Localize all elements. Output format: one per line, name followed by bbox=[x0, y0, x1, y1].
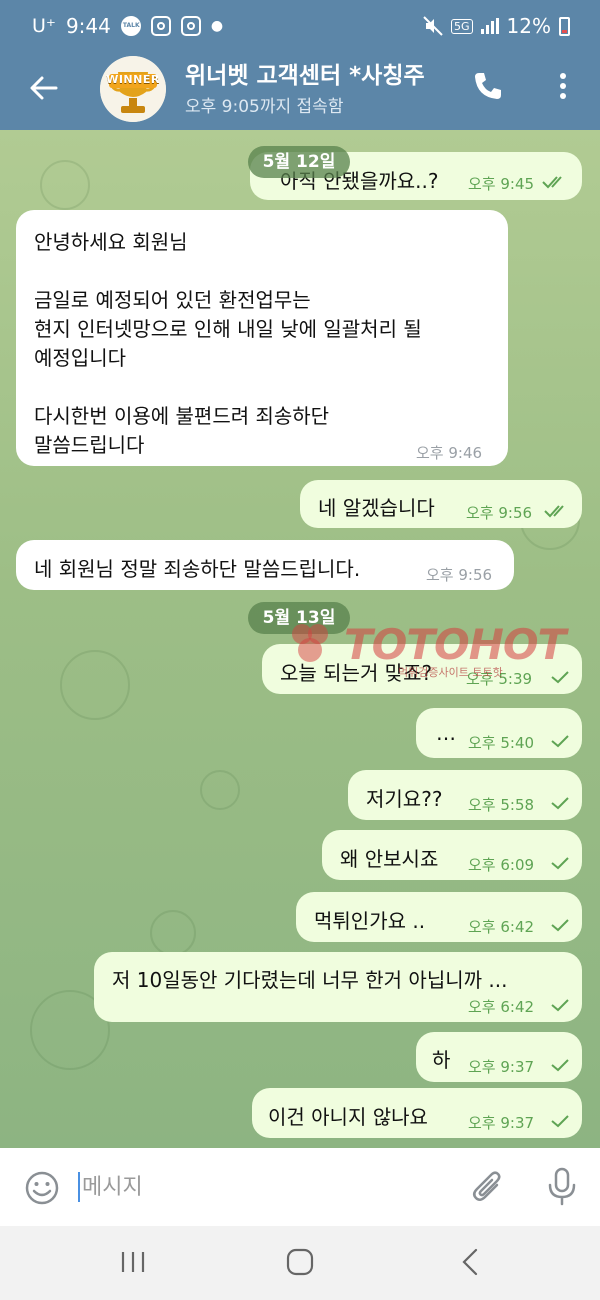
wallpaper-doodle bbox=[60, 650, 130, 720]
outgoing-message[interactable]: 하 오후 9:37 bbox=[416, 1032, 582, 1082]
watermark: TOTOHOT 먹튀검증사이트 토토핫 bbox=[278, 620, 598, 679]
notification-dot-icon: ● bbox=[210, 18, 224, 34]
message-time: 오후 6:42 bbox=[468, 918, 535, 936]
instagram-icon bbox=[150, 16, 171, 36]
composer-bar bbox=[0, 1148, 600, 1226]
recent-apps-icon[interactable] bbox=[113, 1244, 153, 1280]
chat-title[interactable]: 위너벳 고객센터 *사칭주 bbox=[185, 56, 463, 90]
paperclip-icon[interactable] bbox=[470, 1168, 506, 1206]
message-text: 왜 안보시죠 bbox=[340, 847, 439, 871]
wallpaper-doodle bbox=[40, 160, 90, 210]
check-icon bbox=[551, 735, 569, 748]
incoming-message[interactable]: 네 회원님 정말 죄송하단 말씀드립니다. 오후 9:56 bbox=[16, 540, 514, 590]
outgoing-message[interactable]: 네 알겠습니다 오후 9:56 bbox=[300, 480, 582, 528]
double-check-icon bbox=[542, 176, 562, 189]
message-input[interactable] bbox=[82, 1170, 442, 1204]
outgoing-message[interactable]: 저기요?? 오후 5:58 bbox=[348, 770, 582, 820]
message-time: 오후 9:56 bbox=[466, 504, 533, 522]
signal-icon bbox=[480, 18, 499, 34]
phone-icon[interactable] bbox=[470, 68, 506, 104]
check-icon bbox=[551, 999, 569, 1012]
message-line: 예정입니다 bbox=[34, 346, 126, 370]
carrier-label: U⁺ bbox=[32, 15, 56, 37]
mute-icon bbox=[423, 16, 443, 36]
trophy-icon bbox=[100, 56, 166, 122]
watermark-subtext: 먹튀검증사이트 토토핫 bbox=[398, 666, 503, 679]
network-type: 5G bbox=[451, 18, 473, 34]
message-text: 이건 아니지 않나요 bbox=[268, 1105, 428, 1129]
system-navigation-bar bbox=[0, 1226, 600, 1300]
message-time: 오후 5:40 bbox=[468, 734, 535, 752]
message-text: 저기요?? bbox=[366, 787, 443, 811]
message-time: 오후 6:42 bbox=[468, 998, 535, 1016]
outgoing-message[interactable]: 왜 안보시죠 오후 6:09 bbox=[322, 830, 582, 880]
message-time: 오후 9:45 bbox=[468, 175, 535, 193]
wallpaper-doodle bbox=[200, 770, 240, 810]
message-time: 오후 9:37 bbox=[468, 1058, 535, 1076]
message-time: 오후 9:56 bbox=[426, 566, 493, 584]
text-cursor bbox=[78, 1172, 80, 1202]
battery-percent: 12% bbox=[506, 14, 551, 38]
message-line: 안녕하세요 회원님 bbox=[34, 230, 188, 254]
check-icon bbox=[551, 1115, 569, 1128]
outgoing-message[interactable]: 먹튀인가요 .. 오후 6:42 bbox=[296, 892, 582, 942]
message-time: 오후 9:37 bbox=[468, 1114, 535, 1132]
message-line: 현지 인터넷망으로 인해 내일 낮에 일괄처리 될 bbox=[34, 317, 422, 341]
incoming-message[interactable]: 안녕하세요 회원님 금일로 예정되어 있던 환전업무는 현지 인터넷망으로 인해… bbox=[16, 210, 508, 466]
home-icon[interactable] bbox=[280, 1244, 320, 1280]
message-line: 말씀드립니다 bbox=[34, 433, 145, 457]
wallpaper-doodle bbox=[150, 910, 196, 956]
message-list[interactable]: 아직 안됐을까요..? 오후 9:45 5월 12일 안녕하세요 회원님 금일로… bbox=[0, 130, 600, 1148]
check-icon bbox=[551, 671, 569, 684]
double-check-icon bbox=[544, 505, 564, 518]
last-seen-status: 오후 9:05까지 접속함 bbox=[185, 97, 344, 117]
message-text: 네 회원님 정말 죄송하단 말씀드립니다. bbox=[34, 557, 361, 581]
message-time: 오후 5:58 bbox=[468, 796, 535, 814]
status-left: U⁺ 9:44 TALK ● bbox=[32, 14, 223, 38]
avatar-label: WINNER bbox=[106, 73, 160, 86]
date-separator: 5월 12일 bbox=[248, 146, 350, 178]
battery-icon bbox=[559, 16, 570, 36]
check-icon bbox=[551, 919, 569, 932]
outgoing-message[interactable]: 저 10일동안 기다렸는데 너무 한거 아닙니까 ... 오후 6:42 bbox=[94, 952, 582, 1022]
message-text: 하 bbox=[432, 1048, 451, 1072]
instagram-icon bbox=[180, 16, 201, 36]
outgoing-message[interactable]: 이건 아니지 않나요 오후 9:37 bbox=[252, 1088, 582, 1138]
emoji-icon[interactable] bbox=[24, 1170, 60, 1206]
message-time: 오후 6:09 bbox=[468, 856, 535, 874]
microphone-icon[interactable] bbox=[544, 1166, 580, 1206]
nav-back-icon[interactable] bbox=[450, 1244, 490, 1280]
message-text: 네 알겠습니다 bbox=[318, 496, 435, 520]
check-icon bbox=[551, 857, 569, 870]
check-icon bbox=[551, 797, 569, 810]
status-right: 5G 12% bbox=[423, 14, 570, 38]
watermark-text: TOTOHOT bbox=[344, 620, 566, 669]
message-time: 오후 9:46 bbox=[416, 444, 483, 462]
status-bar: U⁺ 9:44 TALK ● 5G 12% bbox=[0, 0, 600, 52]
avatar[interactable]: WINNER bbox=[100, 56, 166, 122]
outgoing-message[interactable]: … 오후 5:40 bbox=[416, 708, 582, 758]
message-line: 다시한번 이용에 불편드려 죄송하단 bbox=[34, 404, 330, 428]
message-text: 먹튀인가요 .. bbox=[314, 909, 426, 933]
status-time: 9:44 bbox=[65, 14, 111, 38]
chat-header: WINNER 위너벳 고객센터 *사칭주 오후 9:05까지 접속함 bbox=[0, 52, 600, 130]
message-text: … bbox=[436, 721, 456, 745]
back-arrow-icon[interactable] bbox=[26, 70, 62, 106]
more-vertical-icon[interactable] bbox=[546, 68, 580, 104]
kakaotalk-icon: TALK bbox=[120, 16, 141, 36]
watermark-logo-icon bbox=[292, 624, 328, 662]
message-text: 저 10일동안 기다렸는데 너무 한거 아닙니까 ... bbox=[112, 968, 508, 992]
check-icon bbox=[551, 1059, 569, 1072]
message-line: 금일로 예정되어 있던 환전업무는 bbox=[34, 288, 311, 312]
